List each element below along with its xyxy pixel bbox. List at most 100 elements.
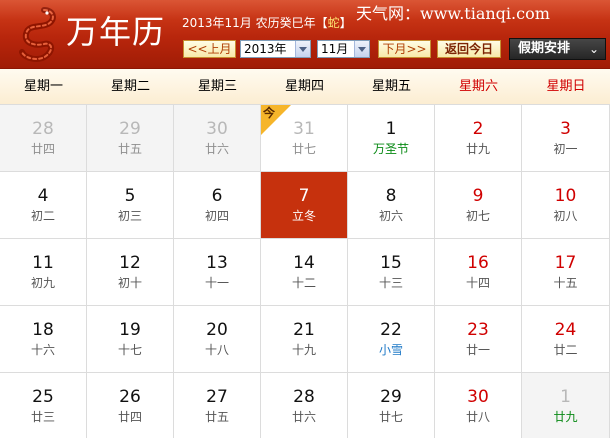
calendar-day[interactable]: 11 初九 bbox=[0, 239, 87, 306]
calendar-day[interactable]: 14 十二 bbox=[261, 239, 348, 306]
lunar-date: 廿五 bbox=[204, 410, 229, 424]
lunar-date: 廿七 bbox=[291, 142, 316, 156]
chevron-down-icon: ⌄ bbox=[588, 42, 599, 56]
calendar-day[interactable]: 15 十三 bbox=[348, 239, 435, 306]
calendar-day[interactable]: 10 初八 bbox=[522, 172, 610, 239]
lunar-date: 初一 bbox=[553, 142, 578, 156]
lunar-date: 廿四 bbox=[117, 410, 142, 424]
calendar-day-today[interactable]: 7 立冬 bbox=[261, 172, 348, 239]
calendar-day[interactable]: 26 廿四 bbox=[87, 373, 174, 438]
lunar-date: 初四 bbox=[204, 209, 229, 223]
lunar-date: 廿五 bbox=[117, 142, 142, 156]
calendar-day[interactable]: 29 廿五 bbox=[87, 105, 174, 172]
holiday-schedule-dropdown[interactable]: 假期安排 ⌄ bbox=[509, 38, 606, 60]
calendar-day[interactable]: 1 廿九 bbox=[522, 373, 610, 438]
day-number: 8 bbox=[385, 186, 397, 206]
calendar-day[interactable]: 16 十四 bbox=[435, 239, 522, 306]
lunar-date: 十八 bbox=[204, 343, 229, 357]
calendar-grid: 28 廿四 29 廿五 30 廿六 今 31 廿七 1 万圣节 2 廿九 3 初一 4 初二 5 初三 6 初四 7 立冬 8… bbox=[0, 104, 610, 438]
calendar-widget: 万年历 2013年11月 农历癸巳年【蛇】 天气网：www.tianqi.com… bbox=[0, 0, 610, 438]
day-number: 17 bbox=[554, 253, 577, 273]
prev-month-button[interactable]: <<上月 bbox=[183, 40, 236, 58]
day-number: 23 bbox=[467, 320, 489, 340]
calendar-day[interactable]: 12 初十 bbox=[87, 239, 174, 306]
app-title: 万年历 bbox=[66, 13, 166, 51]
lunar-date: 廿四 bbox=[30, 142, 55, 156]
calendar-day[interactable]: 1 万圣节 bbox=[348, 105, 435, 172]
lunar-date: 十九 bbox=[291, 343, 316, 357]
lunar-date: 万圣节 bbox=[372, 142, 409, 156]
month-info-text: 2013年11月 农历癸巳年【 bbox=[182, 16, 328, 30]
calendar-day[interactable]: 4 初二 bbox=[0, 172, 87, 239]
holiday-schedule-label: 假期安排 bbox=[518, 41, 571, 56]
day-number: 21 bbox=[293, 320, 315, 340]
calendar-day[interactable]: 22 小雪 bbox=[348, 306, 435, 373]
calendar-day[interactable]: 27 廿五 bbox=[174, 373, 261, 438]
lunar-date: 十五 bbox=[553, 276, 578, 290]
calendar-day[interactable]: 24 廿二 bbox=[522, 306, 610, 373]
day-number: 18 bbox=[32, 320, 54, 340]
weekday-label: 星期一 bbox=[23, 79, 63, 94]
calendar-day[interactable]: 28 廿四 bbox=[0, 105, 87, 172]
weekday-header-row: 星期一 星期二 星期三 星期四 星期五 星期六 星期日 bbox=[0, 69, 610, 105]
day-number: 30 bbox=[206, 119, 228, 139]
lunar-date: 初八 bbox=[553, 209, 578, 223]
calendar-day[interactable]: 21 十九 bbox=[261, 306, 348, 373]
next-month-button[interactable]: 下月>> bbox=[378, 40, 431, 58]
day-number: 2 bbox=[472, 119, 484, 139]
chevron-down-icon[interactable] bbox=[295, 41, 310, 57]
today-badge-label: 今 bbox=[263, 106, 276, 120]
calendar-day[interactable]: 30 廿六 bbox=[174, 105, 261, 172]
lunar-date: 廿六 bbox=[204, 142, 229, 156]
lunar-date: 廿九 bbox=[465, 142, 490, 156]
weekday-label: 星期五 bbox=[371, 79, 411, 94]
calendar-day[interactable]: 29 廿七 bbox=[348, 373, 435, 438]
lunar-date: 廿七 bbox=[378, 410, 403, 424]
day-number: 16 bbox=[467, 253, 489, 273]
lunar-date: 初三 bbox=[117, 209, 142, 223]
month-select[interactable]: 11月 bbox=[317, 40, 370, 58]
calendar-day[interactable]: 30 廿八 bbox=[435, 373, 522, 438]
snake-zodiac-icon bbox=[19, 7, 56, 62]
calendar-header: 万年历 2013年11月 农历癸巳年【蛇】 天气网：www.tianqi.com… bbox=[0, 0, 610, 69]
calendar-day[interactable]: 25 廿三 bbox=[0, 373, 87, 438]
year-select[interactable]: 2013年 bbox=[240, 40, 311, 58]
day-number: 24 bbox=[554, 320, 577, 340]
weekday-label: 星期二 bbox=[110, 79, 150, 94]
back-to-today-button[interactable]: 返回今日 bbox=[437, 40, 501, 58]
calendar-day[interactable]: 20 十八 bbox=[174, 306, 261, 373]
lunar-date: 廿八 bbox=[465, 410, 490, 424]
day-number: 30 bbox=[467, 387, 489, 407]
chevron-down-icon[interactable] bbox=[354, 41, 369, 57]
day-number: 1 bbox=[385, 119, 397, 139]
calendar-day[interactable]: 17 十五 bbox=[522, 239, 610, 306]
day-number: 20 bbox=[206, 320, 228, 340]
weekday-label: 星期四 bbox=[284, 79, 324, 94]
lunar-date: 小雪 bbox=[378, 343, 403, 357]
lunar-date: 十六 bbox=[30, 343, 55, 357]
lunar-date: 初十 bbox=[117, 276, 142, 290]
calendar-day[interactable]: 6 初四 bbox=[174, 172, 261, 239]
lunar-date: 廿二 bbox=[553, 343, 578, 357]
calendar-day[interactable]: 8 初六 bbox=[348, 172, 435, 239]
calendar-day[interactable]: 今 31 廿七 bbox=[261, 105, 348, 172]
calendar-day[interactable]: 23 廿一 bbox=[435, 306, 522, 373]
lunar-date: 初七 bbox=[465, 209, 490, 223]
calendar-day[interactable]: 2 廿九 bbox=[435, 105, 522, 172]
calendar-day[interactable]: 18 十六 bbox=[0, 306, 87, 373]
weekday-label: 星期日 bbox=[546, 79, 586, 94]
calendar-day[interactable]: 28 廿六 bbox=[261, 373, 348, 438]
calendar-day[interactable]: 3 初一 bbox=[522, 105, 610, 172]
lunar-date: 廿六 bbox=[291, 410, 316, 424]
calendar-day[interactable]: 9 初七 bbox=[435, 172, 522, 239]
day-number: 14 bbox=[293, 253, 315, 273]
day-number: 29 bbox=[119, 119, 141, 139]
calendar-day[interactable]: 13 十一 bbox=[174, 239, 261, 306]
site-url[interactable]: 天气网：www.tianqi.com bbox=[356, 2, 550, 26]
lunar-date: 初二 bbox=[30, 209, 55, 223]
calendar-day[interactable]: 19 十七 bbox=[87, 306, 174, 373]
day-number: 13 bbox=[206, 253, 228, 273]
lunar-date: 十七 bbox=[117, 343, 142, 357]
month-select-value: 11月 bbox=[321, 42, 349, 56]
calendar-day[interactable]: 5 初三 bbox=[87, 172, 174, 239]
